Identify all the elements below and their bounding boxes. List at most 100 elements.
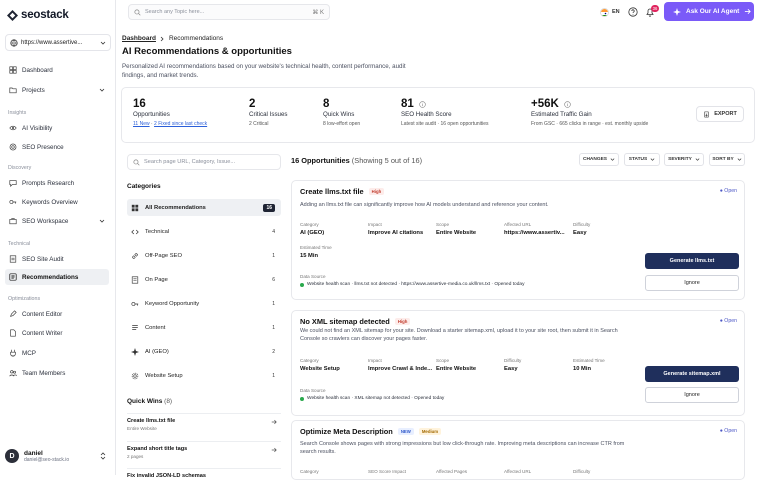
chevron-down-icon [99,88,105,92]
category-label: Off-Page SEO [145,252,182,259]
nav-dashboard[interactable]: Dashboard [5,62,109,78]
nav-mcp[interactable]: MCP [5,345,109,361]
logo-text: seostack [21,9,69,21]
breadcrumb-dashboard[interactable]: Dashboard [122,35,156,42]
field-key: Impact [368,358,382,363]
generate-llms-button[interactable]: Generate llms.txt [645,253,739,269]
category-count: 1 [272,324,275,331]
category-count: 1 [272,252,275,259]
stat-health-score: 81 SEO Health Score Latest site audit · … [401,98,489,127]
stat-critical: 2 Critical Issues 2 Critical [249,98,288,127]
nav-seo-presence[interactable]: SEO Presence [5,139,109,155]
category-count: 1 [272,372,275,379]
card-description: We could not find an XML sitemap for you… [300,328,618,342]
category-keyword-opportunity[interactable]: Keyword Opportunity 1 [127,295,281,312]
ask-ai-agent-label: Ask Our AI Agent [686,8,740,15]
quick-win-sub: 2 pages [127,454,144,459]
nav-seo-workspace[interactable]: SEO Workspace [5,213,109,229]
quick-win-item[interactable]: Create llms.txt file Entire Website [127,413,281,435]
nav-prompts-research[interactable]: Prompts Research [5,175,109,191]
chevron-down-icon [650,158,655,161]
category-on-page[interactable]: On Page 6 [127,271,281,288]
ignore-button[interactable]: Ignore [645,275,739,291]
ignore-button[interactable]: Ignore [645,387,739,403]
recommendation-card: Optimize Meta Description NEW Medium ● Ope… [291,420,745,480]
check-icon [300,396,304,401]
card-title: No XML sitemap detected [300,317,390,326]
fixed-link[interactable]: 2 Fixed since last check [154,121,207,127]
category-technical[interactable]: Technical 4 [127,223,281,240]
filter-severity-button[interactable]: SEVERITY [664,153,704,166]
quick-win-item[interactable]: Fix invalid JSON-LD schemas [127,468,281,479]
quick-win-item[interactable]: Expand short title tags 2 pages [127,441,281,463]
stat-health-value: 81 [401,98,414,110]
user-menu[interactable]: D daniel daniel@seo-stack.io [5,445,111,467]
field-value: Entire Website [436,230,477,236]
stat-opportunities-value: 16 [133,98,146,110]
target-icon [9,143,17,151]
card-title: Optimize Meta Description [300,427,393,436]
category-ai-geo[interactable]: AI (GEO) 2 [127,343,281,360]
settings-icon [131,372,139,379]
category-off-page-seo[interactable]: Off-Page SEO 1 [127,247,281,264]
filter-status-button[interactable]: STATUS [624,153,660,166]
field-impact: Impact Improve AI citations [368,222,423,236]
category-count: 16 [263,203,275,212]
nav-seo-site-audit[interactable]: SEO Site Audit [5,251,109,267]
nav-team-members[interactable]: Team Members [5,365,109,381]
category-content[interactable]: Content 1 [127,319,281,336]
page-title: AI Recommendations & opportunities [122,46,292,57]
card-title: Create llms.txt file [300,187,364,196]
data-source: Data Source Website health scan · llms.tx… [300,274,524,287]
sort-by-button[interactable]: SORT BY [709,153,745,166]
nav-content-writer[interactable]: Content Writer [5,325,109,341]
check-icon [300,282,304,287]
global-search[interactable]: Search any Topic here... ⌘ K [128,4,330,20]
export-button[interactable]: EXPORT [696,106,744,122]
nav-seo-workspace-label: SEO Workspace [22,217,69,225]
field-key: Estimated Time [300,245,332,250]
logo[interactable]: seostack [7,9,69,21]
nav-content-editor[interactable]: Content Editor [5,306,109,322]
site-selector[interactable]: https://www.assertive... [5,34,111,51]
info-icon[interactable] [419,100,426,108]
field-seo-score-impact: SEO Score Impact [368,469,406,474]
field-impact: Impact Improve Crawl & Inde... [368,358,432,372]
briefcase-icon [9,218,17,225]
generate-sitemap-button[interactable]: Generate sitemap.xml [645,366,739,382]
chat-icon [9,180,17,187]
sparkle-icon [673,7,681,16]
recommendation-card: Create llms.txt file High ● Open Adding a… [291,180,745,300]
nav-keywords-overview[interactable]: Keywords Overview [5,194,109,210]
nav-seo-presence-label: SEO Presence [22,143,64,151]
link-icon [132,252,138,259]
category-website-setup[interactable]: Website Setup 1 [127,367,281,384]
nav-recommendations[interactable]: Recommendations [5,269,109,285]
nav-keywords-overview-label: Keywords Overview [22,198,78,206]
category-all-recommendations[interactable]: All Recommendations 16 [127,199,281,216]
ask-ai-agent-button[interactable]: Ask Our AI Agent [664,2,754,21]
india-flag-icon[interactable] [600,8,609,17]
nav-dashboard-label: Dashboard [22,66,53,74]
help-icon[interactable] [628,7,638,17]
nav-projects[interactable]: Projects [5,82,109,98]
field-value: Improve Crawl & Inde... [368,366,433,372]
filter-search-input[interactable]: Search page URL, Category, Issue... [127,154,281,170]
field-value[interactable]: https://www.assertiv... [504,230,565,236]
status-badge: ● Open [719,428,737,434]
language-selector[interactable]: EN [612,9,620,15]
logo-icon [7,9,18,21]
stat-traffic-sub: From GSC · 665 clicks in range · est. mo… [531,121,649,127]
stat-opportunities: 16 Opportunities 11 New · 2 Fixed since … [133,98,207,127]
nav-ai-visibility-label: AI Visibility [22,124,53,132]
arrow-right-icon [271,447,277,453]
nav-ai-visibility[interactable]: AI Visibility [5,120,109,136]
new-link[interactable]: 11 New [133,121,150,127]
filter-changes-button[interactable]: CHANGES [579,153,619,166]
categories-title: Categories [127,183,161,190]
nav-content-editor-label: Content Editor [22,310,63,318]
info-icon[interactable] [564,100,571,108]
filter-changes-label: CHANGES [583,157,607,162]
field-value: AI (GEO) [300,230,325,236]
status-label: Open [724,188,737,194]
